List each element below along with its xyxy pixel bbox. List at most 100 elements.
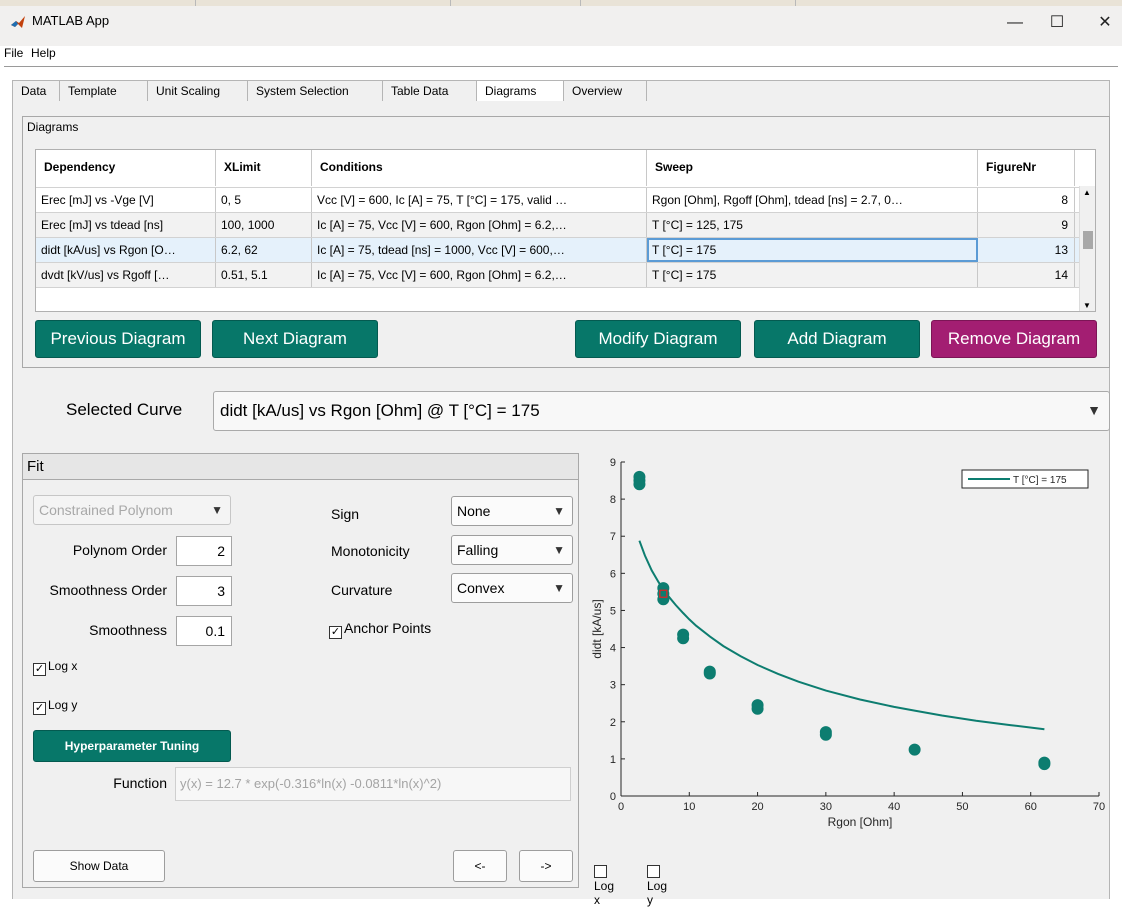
- checkmark-icon[interactable]: ✓: [33, 702, 46, 715]
- tab-bar: Data Template Unit Scaling System Select…: [12, 80, 1110, 104]
- anchor-points-checkbox[interactable]: ✓ Anchor Points: [329, 620, 431, 639]
- cell-xlimit[interactable]: 6.2, 62: [216, 238, 312, 262]
- title-bar: MATLAB App — ☐ ✕: [0, 0, 1122, 46]
- cell-conditions[interactable]: Ic [A] = 75, tdead [ns] = 1000, Vcc [V] …: [312, 238, 647, 262]
- column-header-dependency[interactable]: Dependency: [36, 150, 216, 186]
- data-point: [751, 702, 764, 715]
- show-data-button[interactable]: Show Data: [33, 850, 165, 882]
- y-tick-label: 9: [610, 457, 616, 469]
- monotonicity-dropdown[interactable]: Falling ▼: [451, 535, 573, 565]
- column-header-sweep[interactable]: Sweep: [647, 150, 978, 186]
- fit-method-dropdown: Constrained Polynom ▼: [33, 495, 231, 525]
- tab-unit-scaling[interactable]: Unit Scaling: [148, 81, 248, 103]
- sign-value: None: [457, 503, 491, 519]
- cell-conditions[interactable]: Vcc [V] = 600, Ic [A] = 75, T [°C] = 175…: [312, 188, 647, 212]
- table-row-selected[interactable]: didt [kA/us] vs Rgon [O… 6.2, 62 Ic [A] …: [36, 237, 1081, 262]
- sign-dropdown[interactable]: None ▼: [451, 496, 573, 526]
- hyperparameter-tuning-button[interactable]: Hyperparameter Tuning: [33, 730, 231, 762]
- log-y-checkbox[interactable]: ✓ Log y: [33, 698, 77, 715]
- scroll-down-icon[interactable]: ▼: [1083, 301, 1091, 310]
- fit-panel-title: Fit: [27, 458, 44, 475]
- tab-table-data[interactable]: Table Data: [383, 81, 477, 103]
- column-header-figurenr[interactable]: FigureNr: [978, 150, 1075, 186]
- curvature-dropdown[interactable]: Convex ▼: [451, 573, 573, 603]
- modify-diagram-button[interactable]: Modify Diagram: [575, 320, 741, 358]
- cell-xlimit[interactable]: 0.51, 5.1: [216, 263, 312, 287]
- x-axis-label: Rgon [Ohm]: [828, 815, 893, 829]
- cell-dependency[interactable]: Erec [mJ] vs -Vge [V]: [36, 188, 216, 212]
- tab-overview[interactable]: Overview: [564, 81, 647, 103]
- smoothness-order-label: Smoothness Order: [49, 582, 168, 598]
- next-arrow-button[interactable]: ->: [519, 850, 573, 882]
- window-title: MATLAB App: [32, 13, 110, 28]
- table-scrollbar[interactable]: ▲ ▼: [1079, 186, 1095, 311]
- function-label: Function: [113, 775, 167, 791]
- checkbox-empty-icon[interactable]: [647, 865, 660, 878]
- next-diagram-button[interactable]: Next Diagram: [212, 320, 378, 358]
- cell-conditions[interactable]: Ic [A] = 75, Vcc [V] = 600, Rgon [Ohm] =…: [312, 263, 647, 287]
- cell-figurenr[interactable]: 13: [978, 238, 1075, 262]
- cell-figurenr[interactable]: 9: [978, 213, 1075, 237]
- menu-help[interactable]: Help: [31, 46, 56, 60]
- plot-log-y-checkbox[interactable]: Log y: [647, 865, 667, 907]
- plot-log-x-checkbox[interactable]: Log x: [594, 865, 614, 907]
- fit-panel-header: Fit: [23, 454, 578, 480]
- scroll-thumb[interactable]: [1083, 231, 1093, 249]
- add-diagram-button[interactable]: Add Diagram: [754, 320, 920, 358]
- diagrams-panel: Diagrams Dependency XLimit Conditions Sw…: [22, 116, 1110, 368]
- cell-xlimit[interactable]: 0, 5: [216, 188, 312, 212]
- cell-figurenr[interactable]: 8: [978, 188, 1075, 212]
- chevron-down-icon[interactable]: ▼: [1087, 402, 1101, 418]
- table-row[interactable]: Erec [mJ] vs -Vge [V] 0, 5 Vcc [V] = 600…: [36, 187, 1081, 212]
- column-header-conditions[interactable]: Conditions: [312, 150, 647, 186]
- checkmark-icon[interactable]: ✓: [329, 626, 342, 639]
- cell-conditions[interactable]: Ic [A] = 75, Vcc [V] = 600, Rgon [Ohm] =…: [312, 213, 647, 237]
- checkbox-empty-icon[interactable]: [594, 865, 607, 878]
- table-row[interactable]: Erec [mJ] vs tdead [ns] 100, 1000 Ic [A]…: [36, 212, 1081, 237]
- table-row[interactable]: dvdt [kV/us] vs Rgoff [… 0.51, 5.1 Ic [A…: [36, 262, 1081, 287]
- data-point: [908, 743, 921, 756]
- x-tick-label: 20: [751, 801, 763, 813]
- fit-method-value: Constrained Polynom: [39, 502, 173, 518]
- minimize-button[interactable]: —: [995, 10, 1035, 36]
- legend-entry: T [°C] = 175: [1013, 475, 1067, 486]
- cell-sweep[interactable]: T [°C] = 125, 175: [647, 213, 978, 237]
- selected-curve-dropdown[interactable]: didt [kA/us] vs Rgon [Ohm] @ T [°C] = 17…: [213, 391, 1110, 431]
- chevron-down-icon[interactable]: ▼: [553, 536, 565, 564]
- tab-template[interactable]: Template: [60, 81, 148, 103]
- checkmark-icon[interactable]: ✓: [33, 663, 46, 676]
- menu-file[interactable]: File: [4, 46, 23, 60]
- tab-system-selection[interactable]: System Selection: [248, 81, 383, 103]
- log-x-checkbox[interactable]: ✓ Log x: [33, 659, 77, 676]
- cell-sweep-focused[interactable]: T [°C] = 175: [647, 238, 978, 262]
- curvature-value: Convex: [457, 580, 505, 596]
- cell-dependency[interactable]: Erec [mJ] vs tdead [ns]: [36, 213, 216, 237]
- cell-sweep[interactable]: Rgon [Ohm], Rgoff [Ohm], tdead [ns] = 2.…: [647, 188, 978, 212]
- chevron-down-icon[interactable]: ▼: [553, 574, 565, 602]
- tab-data[interactable]: Data: [13, 81, 60, 103]
- smoothness-input[interactable]: 0.1: [176, 616, 232, 646]
- monotonicity-value: Falling: [457, 542, 499, 558]
- smoothness-label: Smoothness: [89, 622, 167, 638]
- menu-divider: [4, 66, 1118, 67]
- chevron-down-icon[interactable]: ▼: [553, 497, 565, 525]
- polynom-order-input[interactable]: 2: [176, 536, 232, 566]
- cell-xlimit[interactable]: 100, 1000: [216, 213, 312, 237]
- column-header-xlimit[interactable]: XLimit: [216, 150, 312, 186]
- cell-dependency[interactable]: dvdt [kV/us] vs Rgoff […: [36, 263, 216, 287]
- cell-dependency[interactable]: didt [kA/us] vs Rgon [O…: [36, 238, 216, 262]
- smoothness-order-input[interactable]: 3: [176, 576, 232, 606]
- cell-figurenr[interactable]: 14: [978, 263, 1075, 287]
- previous-arrow-button[interactable]: <-: [453, 850, 507, 882]
- table-row[interactable]: [36, 287, 1081, 311]
- close-button[interactable]: ✕: [1085, 10, 1122, 36]
- cell-sweep[interactable]: T [°C] = 175: [647, 263, 978, 287]
- maximize-button[interactable]: ☐: [1037, 10, 1077, 36]
- y-tick-label: 2: [610, 717, 616, 729]
- diagrams-table[interactable]: Dependency XLimit Conditions Sweep Figur…: [35, 149, 1096, 312]
- scroll-up-icon[interactable]: ▲: [1083, 188, 1091, 197]
- y-tick-label: 3: [610, 680, 616, 692]
- previous-diagram-button[interactable]: Previous Diagram: [35, 320, 201, 358]
- remove-diagram-button[interactable]: Remove Diagram: [931, 320, 1097, 358]
- didt-vs-rgon-chart[interactable]: 0 10 20 30 40 50 60 70 0 1 2 3 4 5 6 7 8 9 Rgon [Ohm] didt …: [588, 450, 1118, 850]
